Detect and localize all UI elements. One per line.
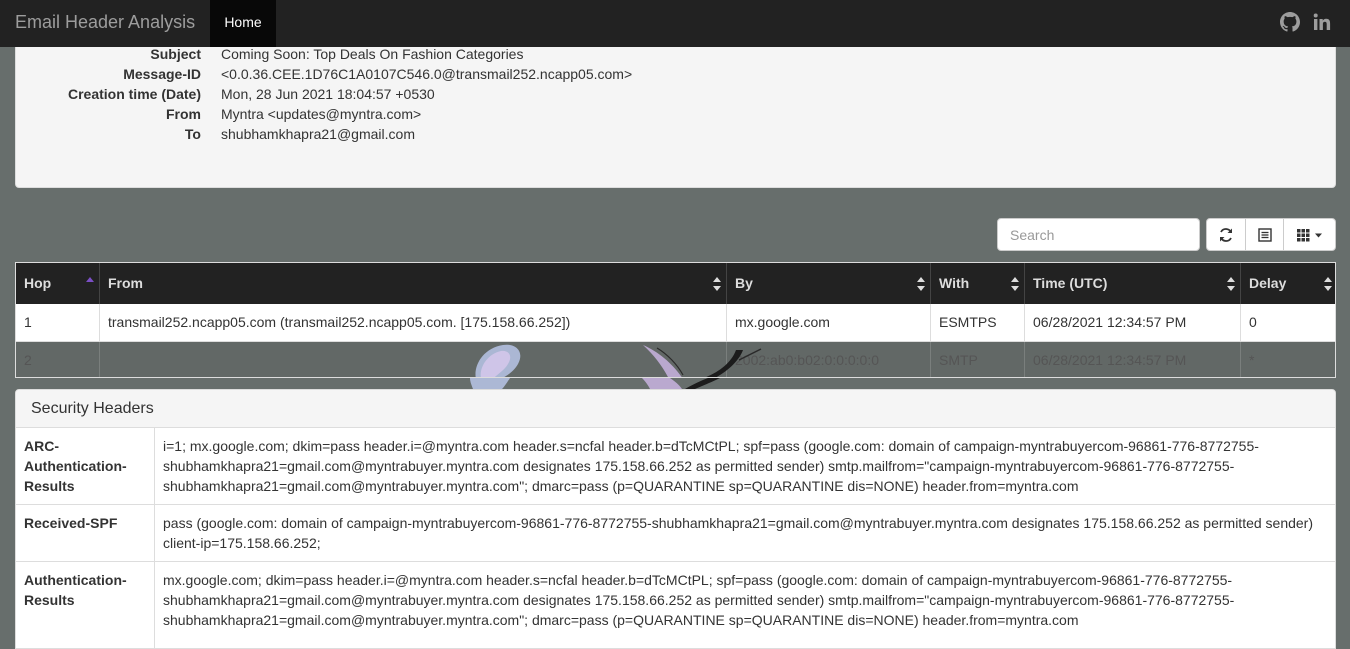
security-header-key: Received-SPF: [24, 515, 118, 531]
security-header-value: i=1; mx.google.com; dkim=pass header.i=@…: [163, 438, 1259, 494]
security-header-key: ARC-Authentication-Results: [24, 438, 127, 494]
search-input[interactable]: [997, 218, 1200, 251]
panel-title: Security Headers: [31, 400, 154, 417]
cell-by: mx.google.com: [727, 304, 931, 341]
cell-with: SMTP: [931, 342, 1025, 377]
top-navbar: Email Header Analysis Home: [0, 0, 1350, 47]
column-divider: [154, 505, 155, 561]
cell-time: 06/28/2021 12:34:57 PM: [1025, 342, 1241, 377]
column-header-hop[interactable]: Hop: [16, 263, 100, 304]
github-icon[interactable]: [1280, 12, 1300, 32]
summary-value: Myntra <updates@myntra.com>: [221, 106, 422, 122]
brand-title[interactable]: Email Header Analysis: [15, 12, 195, 33]
column-header-with[interactable]: With: [931, 263, 1025, 304]
refresh-icon: [1220, 227, 1232, 242]
column-divider: [154, 562, 155, 648]
security-headers-panel: Security Headers ARC-Authentication-Resu…: [15, 389, 1336, 649]
cell-delay: 0: [1249, 314, 1257, 330]
hops-table: Hop From By With Time (UTC) Delay 1 tran…: [15, 262, 1336, 378]
sort-icon: [917, 277, 925, 291]
summary-value: Coming Soon: Top Deals On Fashion Catego…: [221, 46, 524, 62]
columns-icon: [1296, 228, 1322, 241]
linkedin-icon[interactable]: [1312, 12, 1332, 32]
sort-ascending-icon: [86, 277, 94, 282]
sort-icon: [1227, 277, 1235, 291]
security-header-row-auth: Authentication-Results mx.google.com; dk…: [16, 562, 1335, 648]
table-row: 2 2002:ab0:b02:0:0:0:0:0 SMTP 06/28/2021…: [16, 342, 1335, 377]
security-header-key: Authentication-Results: [24, 572, 127, 608]
security-headers-heading: Security Headers: [16, 390, 1335, 428]
background-artwork: [475, 344, 762, 377]
sort-icon: [713, 277, 721, 291]
security-header-row-spf: Received-SPF pass (google.com: domain of…: [16, 505, 1335, 562]
toggle-view-icon: [1257, 227, 1272, 242]
cell-time: 06/28/2021 12:34:57 PM: [1025, 304, 1241, 341]
sort-icon: [1011, 277, 1019, 291]
summary-key: To: [184, 126, 201, 142]
nav-home-link[interactable]: Home: [210, 0, 276, 47]
cell-from: transmail252.ncapp05.com (transmail252.n…: [100, 304, 727, 341]
background-artwork: [470, 378, 720, 389]
column-header-from[interactable]: From: [100, 263, 727, 304]
toggle-view-button[interactable]: [1245, 218, 1284, 251]
columns-button[interactable]: [1283, 218, 1336, 251]
summary-value: <0.0.36.CEE.1D76C1A0107C546.0@transmail2…: [221, 66, 633, 82]
security-header-value: mx.google.com; dkim=pass header.i=@myntr…: [163, 572, 1235, 628]
column-divider: [154, 428, 155, 504]
cell-hop: 2: [16, 342, 100, 377]
column-header-time[interactable]: Time (UTC): [1025, 263, 1241, 304]
email-summary-panel: Subject Coming Soon: Top Deals On Fashio…: [15, 30, 1336, 188]
table-row: 1 transmail252.ncapp05.com (transmail252…: [16, 304, 1335, 342]
summary-value: Mon, 28 Jun 2021 18:04:57 +0530: [221, 86, 435, 102]
column-header-by[interactable]: By: [727, 263, 931, 304]
summary-key: From: [166, 106, 201, 122]
summary-key: Subject: [150, 46, 201, 62]
cell-delay: *: [1249, 352, 1255, 368]
summary-key: Message-ID: [123, 66, 201, 82]
table-header: Hop From By With Time (UTC) Delay: [16, 263, 1335, 304]
column-header-delay[interactable]: Delay: [1241, 263, 1335, 304]
security-header-row-arc: ARC-Authentication-Results i=1; mx.googl…: [16, 428, 1335, 505]
security-header-value: pass (google.com: domain of campaign-myn…: [163, 515, 1314, 551]
refresh-button[interactable]: [1206, 218, 1246, 251]
cell-with: ESMTPS: [931, 304, 1025, 341]
summary-key: Creation time (Date): [67, 86, 201, 102]
cell-hop: 1: [16, 304, 100, 341]
summary-value: shubhamkhapra21@gmail.com: [221, 126, 415, 142]
sort-icon: [1324, 277, 1332, 291]
